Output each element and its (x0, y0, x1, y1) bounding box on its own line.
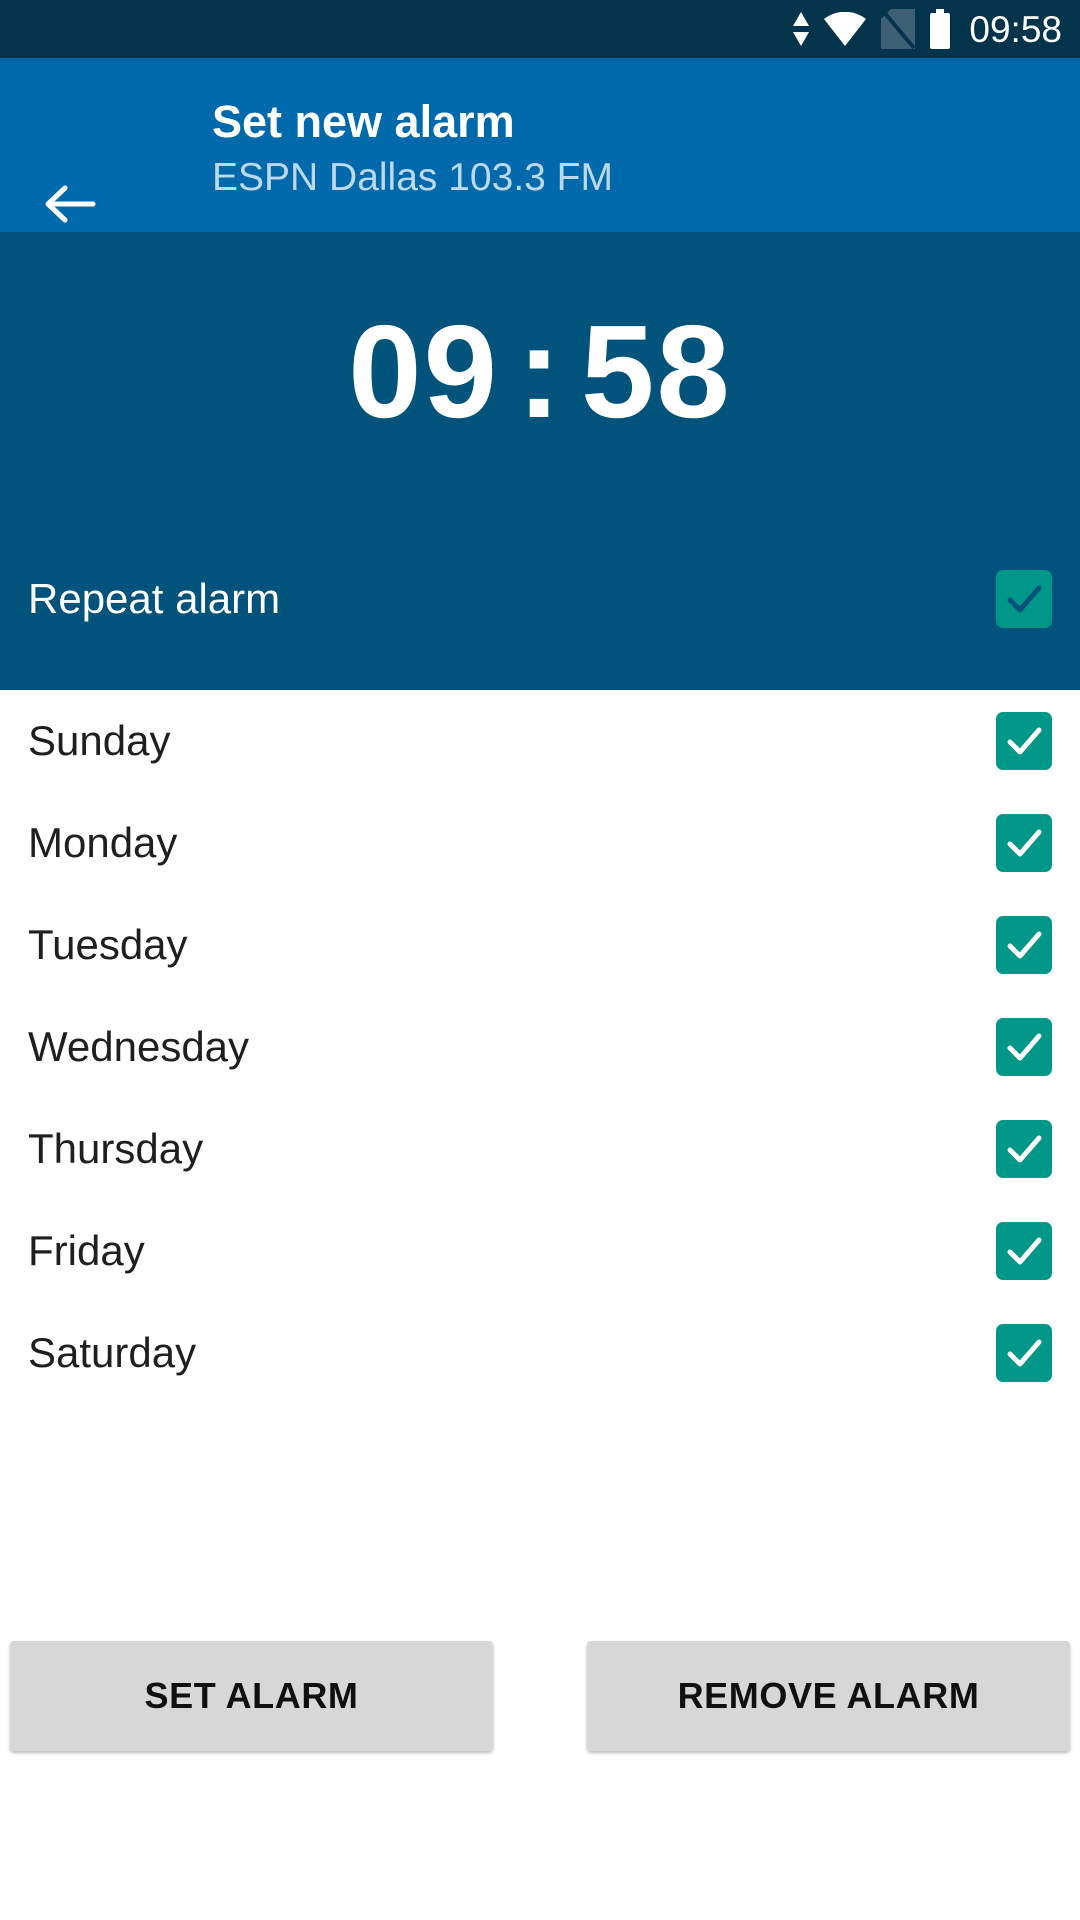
check-icon (1007, 727, 1042, 755)
alarm-hours[interactable]: 09 (348, 298, 499, 445)
app-bar: Set new alarm ESPN Dallas 103.3 FM (0, 58, 1080, 232)
day-label: Sunday (28, 717, 171, 764)
alarm-settings-screen: 09:58 Set new alarm ESPN Dallas 103.3 FM… (0, 0, 1080, 1920)
footer-actions: SET ALARM REMOVE ALARM (0, 1641, 1080, 1751)
repeat-days-list: Sunday Monday Tuesday Wednesday Thursday Frid… (0, 690, 1080, 1404)
day-row[interactable]: Monday (0, 792, 1080, 894)
day-row[interactable]: Saturday (0, 1302, 1080, 1404)
check-icon (1007, 1135, 1042, 1163)
repeat-alarm-checkbox[interactable] (996, 570, 1052, 628)
day-label: Monday (28, 819, 178, 866)
day-row[interactable]: Tuesday (0, 894, 1080, 996)
check-icon (1007, 931, 1042, 959)
day-checkbox[interactable] (996, 814, 1052, 872)
check-icon (1007, 1339, 1042, 1367)
check-icon (1007, 1033, 1042, 1061)
check-icon (1007, 585, 1042, 613)
day-checkbox[interactable] (996, 1018, 1052, 1076)
day-label: Tuesday (28, 921, 188, 968)
day-label: Wednesday (28, 1023, 250, 1070)
check-icon (1007, 1237, 1042, 1265)
app-bar-titles: Set new alarm ESPN Dallas 103.3 FM (212, 92, 1012, 204)
day-checkbox[interactable] (996, 916, 1052, 974)
day-checkbox[interactable] (996, 1120, 1052, 1178)
arrow-left-icon (43, 177, 97, 231)
alarm-minutes[interactable]: 58 (581, 298, 732, 445)
check-icon (1007, 829, 1042, 857)
no-sim-icon (881, 9, 916, 49)
data-transfer-icon (793, 12, 810, 46)
page-subtitle: ESPN Dallas 103.3 FM (212, 156, 613, 199)
day-label: Saturday (28, 1329, 197, 1376)
day-row[interactable]: Friday (0, 1200, 1080, 1302)
day-row[interactable]: Thursday (0, 1098, 1080, 1200)
repeat-alarm-label: Repeat alarm (28, 575, 281, 622)
time-separator: : (517, 298, 563, 445)
page-title: Set new alarm (212, 96, 515, 147)
day-checkbox[interactable] (996, 1222, 1052, 1280)
day-checkbox[interactable] (996, 1324, 1052, 1382)
status-bar-icons (793, 9, 951, 49)
time-hero: 09:58 Repeat alarm (0, 232, 1080, 690)
remove-alarm-button[interactable]: REMOVE ALARM (587, 1641, 1070, 1751)
day-label: Thursday (28, 1125, 204, 1172)
day-row[interactable]: Wednesday (0, 996, 1080, 1098)
battery-icon (929, 9, 951, 49)
alarm-time-display[interactable]: 09:58 (0, 302, 1080, 442)
repeat-alarm-row[interactable]: Repeat alarm (0, 556, 1080, 642)
day-checkbox[interactable] (996, 712, 1052, 770)
day-row[interactable]: Sunday (0, 690, 1080, 792)
status-bar: 09:58 (0, 0, 1080, 58)
wifi-icon (823, 12, 867, 46)
day-label: Friday (28, 1227, 145, 1274)
set-alarm-button[interactable]: SET ALARM (10, 1641, 493, 1751)
status-bar-clock: 09:58 (969, 8, 1062, 50)
